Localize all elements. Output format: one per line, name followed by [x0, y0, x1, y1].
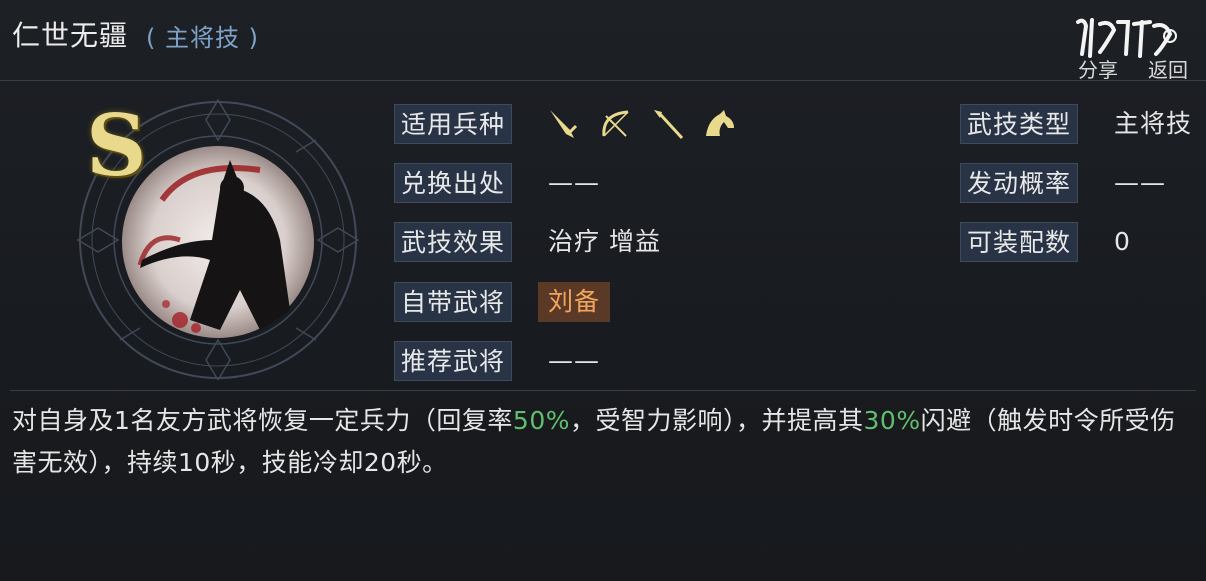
spear-icon	[650, 106, 686, 142]
effect-value: 治疗 增益	[548, 227, 661, 256]
title-bar: 仁世无疆 ( 主将技 ) 分享 返回	[0, 0, 1206, 82]
source-value: ——	[548, 168, 600, 197]
equip-value: 0	[1114, 227, 1131, 256]
divider	[10, 390, 1196, 391]
source-label: 兑换出处	[394, 163, 513, 203]
sword-icon	[546, 106, 582, 142]
effect-label: 武技效果	[394, 222, 513, 262]
grade-badge: S	[86, 96, 147, 195]
hero-label: 自带武将	[394, 282, 513, 322]
header-actions: 分享 返回	[1048, 8, 1198, 82]
recommend-label: 推荐武将	[394, 341, 513, 381]
skill-description: 对自身及1名友方武将恢复一定兵力（回复率50%，受智力影响），并提高其30%闪避…	[12, 400, 1192, 484]
share-button[interactable]: 分享	[1078, 54, 1118, 83]
back-button[interactable]: 返回	[1148, 54, 1188, 83]
troops-label: 适用兵种	[394, 104, 513, 144]
trigger-value: ——	[1114, 168, 1166, 197]
desc-pct-1: 50%	[512, 406, 570, 435]
desc-pct-2: 30%	[863, 406, 921, 435]
skill-name: 仁世无疆	[12, 19, 129, 52]
equip-label: 可装配数	[960, 222, 1079, 262]
skill-type-tag: ( 主将技 )	[146, 24, 259, 52]
skill-type-value: 主将技	[1114, 109, 1193, 138]
troop-icons	[546, 104, 738, 144]
hero-tag[interactable]: 刘备	[538, 282, 611, 322]
trigger-label: 发动概率	[960, 163, 1079, 203]
desc-part-1: 对自身及1名友方武将恢复一定兵力（回复率	[12, 406, 513, 435]
skill-type-label: 武技类型	[960, 104, 1079, 144]
bow-icon	[598, 106, 634, 142]
skill-detail-panel: 仁世无疆 ( 主将技 ) 分享 返回 S 适用兵种 兑换出处 —— 武技效果 治…	[0, 0, 1206, 581]
recommend-value: ——	[548, 346, 600, 375]
horse-icon	[702, 106, 738, 142]
desc-part-2: ，受智力影响），并提高其	[570, 406, 864, 435]
